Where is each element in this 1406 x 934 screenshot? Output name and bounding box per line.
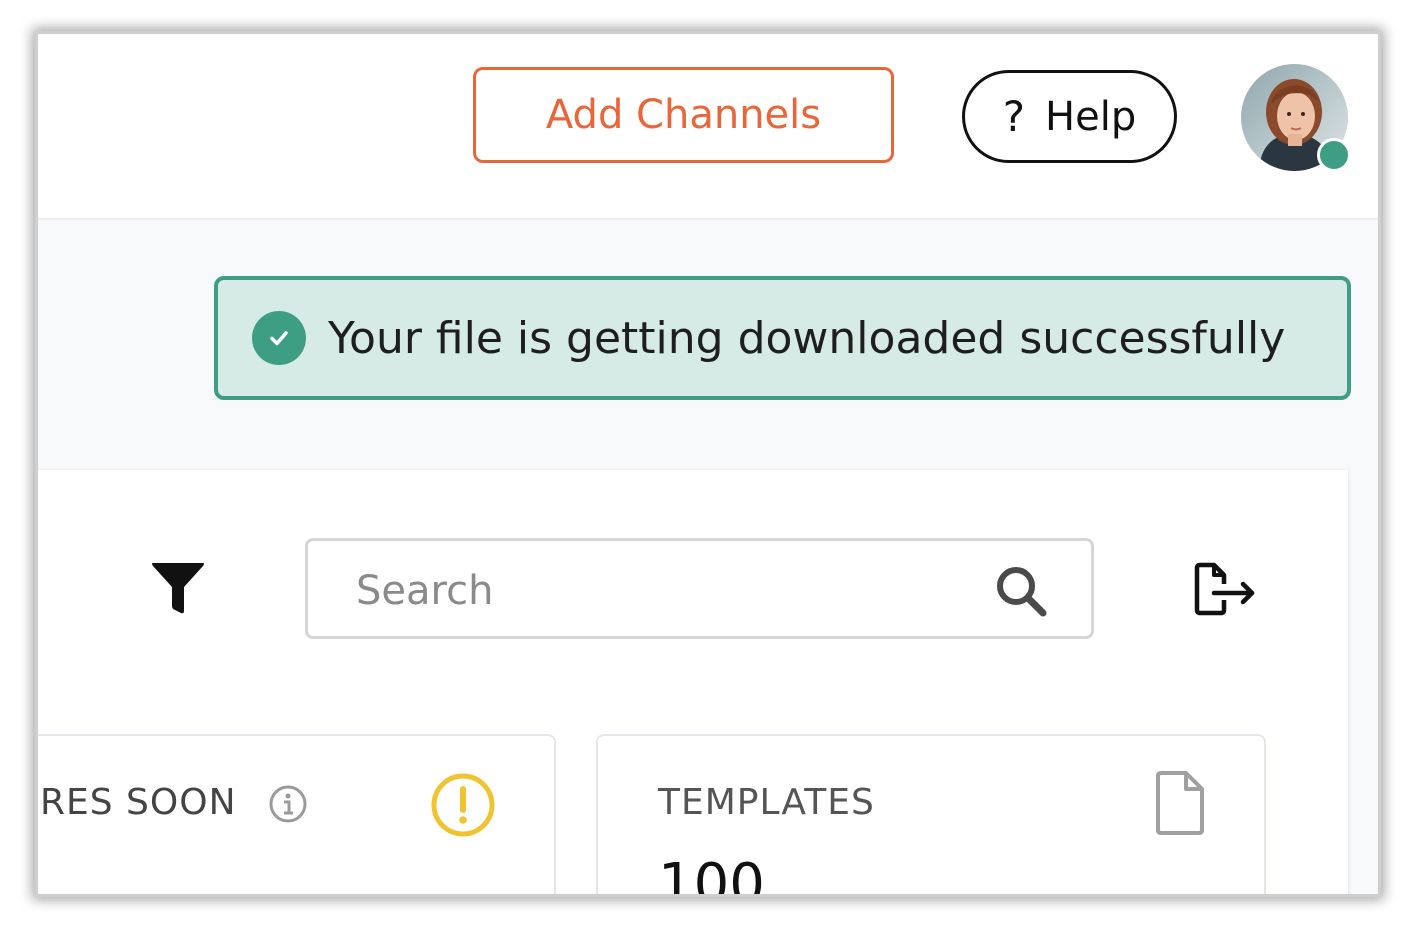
document-icon (1154, 770, 1206, 840)
search-input[interactable] (354, 563, 958, 619)
search-box (305, 538, 1094, 639)
success-toast: Your file is getting downloaded successf… (214, 276, 1351, 400)
export-icon[interactable] (1194, 562, 1258, 620)
app-window: Add Channels ? Help Your file is getting… (38, 34, 1378, 894)
online-status-dot (1317, 138, 1351, 172)
search-icon[interactable] (993, 563, 1049, 623)
add-channels-label: Add Channels (545, 92, 822, 138)
filter-icon[interactable] (151, 559, 205, 619)
templates-card[interactable]: TEMPLATES 100 (596, 734, 1266, 894)
check-circle-icon (252, 311, 306, 365)
question-mark-icon: ? (1002, 92, 1026, 141)
warning-icon (430, 772, 496, 842)
expires-soon-card[interactable]: RES SOON (38, 734, 556, 894)
card-title: RES SOON (40, 782, 237, 823)
templates-count: 100 (658, 852, 765, 894)
top-header: Add Channels ? Help (38, 34, 1378, 220)
help-label: Help (1045, 93, 1137, 140)
toast-message: Your file is getting downloaded successf… (328, 312, 1286, 364)
info-icon[interactable] (268, 784, 308, 828)
add-channels-button[interactable]: Add Channels (473, 67, 894, 163)
card-title: TEMPLATES (658, 782, 875, 823)
help-button[interactable]: ? Help (962, 70, 1177, 163)
